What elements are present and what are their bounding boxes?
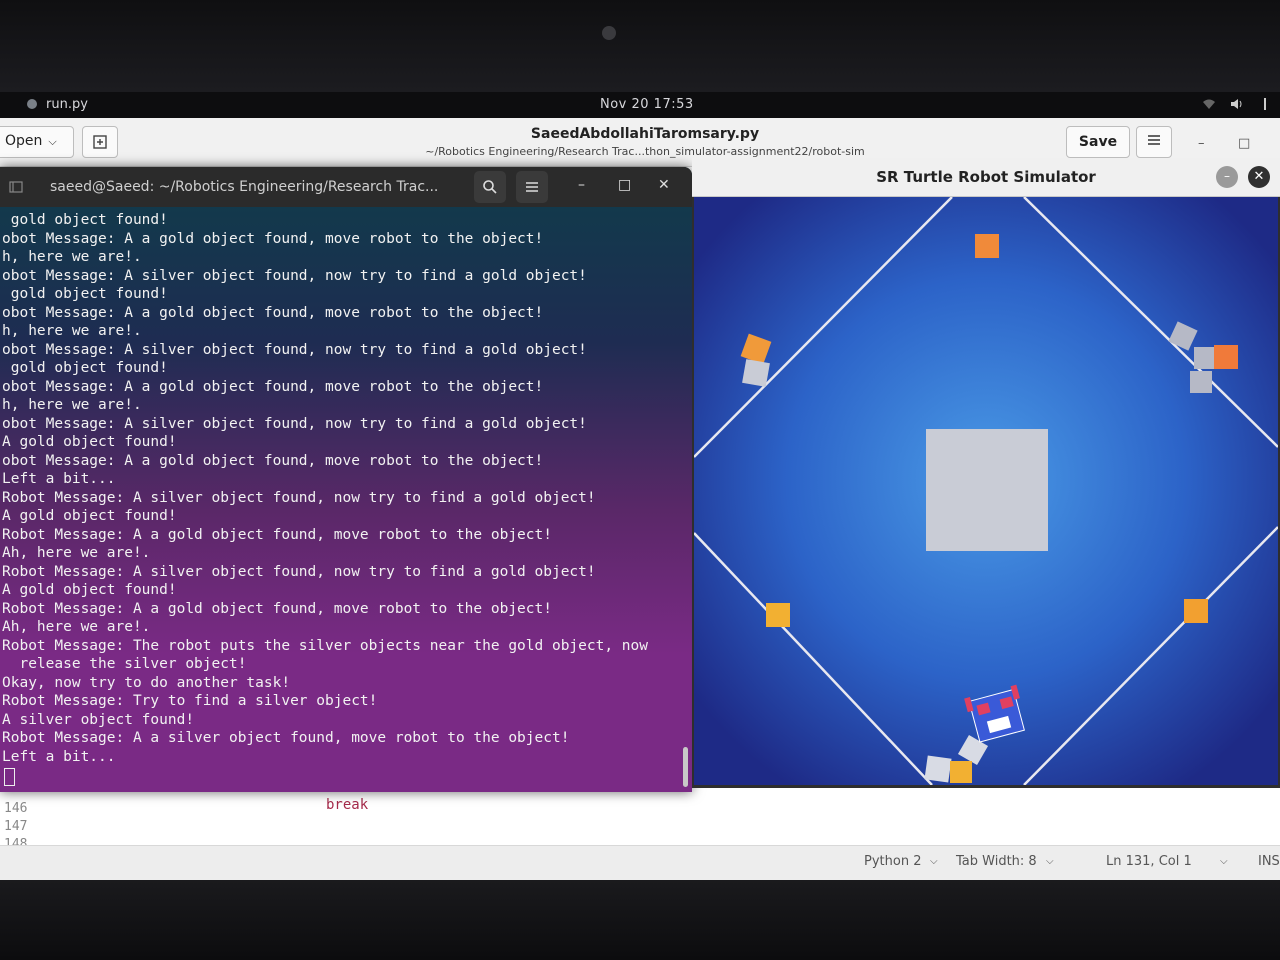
terminal-line: gold object found! [2, 286, 168, 302]
minimize-icon[interactable]: – [1216, 166, 1238, 188]
terminal-headerbar: saeed@Saeed: ~/Robotics Engineering/Rese… [0, 167, 692, 207]
laptop-bezel-bottom [0, 880, 1280, 960]
terminal-line: obot Message: A silver object found, now… [2, 415, 587, 432]
chevron-down-icon: ⌵ [1046, 856, 1054, 867]
terminal-line: Robot Message: A a silver object found, … [2, 730, 570, 746]
terminal-menu-button[interactable] [516, 171, 548, 203]
save-button[interactable]: Save [1066, 126, 1130, 158]
line-number: 147 [4, 819, 28, 834]
simulator-window[interactable]: SR Turtle Robot Simulator – ✕ [692, 158, 1280, 788]
minimize-icon[interactable]: – [578, 177, 585, 193]
silver-token [742, 359, 770, 387]
terminal-line: release the silver object! [2, 656, 247, 672]
new-tab-icon[interactable] [8, 179, 24, 195]
terminal-line: A silver object found! [2, 711, 195, 728]
terminal-line: gold object found! [2, 360, 168, 376]
terminal-line: Ah, here we are!. [2, 545, 151, 561]
close-icon[interactable]: ✕ [658, 177, 670, 193]
tab-width-selector[interactable]: Tab Width: 8 [956, 854, 1037, 869]
terminal-line: obot Message: A a gold object found, mov… [2, 230, 544, 247]
date-time[interactable]: Nov 20 17:53 [600, 97, 694, 112]
gold-token [950, 761, 972, 783]
terminal-line: Okay, now try to do another task! [2, 674, 291, 691]
terminal-output[interactable]: gold object found! obot Message: A a gold… [0, 211, 682, 791]
menu-icon [526, 182, 538, 192]
hamburger-menu-button[interactable] [1136, 126, 1172, 158]
robot-arena [694, 197, 1278, 785]
language-selector[interactable]: Python 2 [864, 854, 921, 869]
terminal-line: obot Message: A silver object found, now… [2, 341, 587, 358]
line-number: 146 [4, 801, 28, 816]
insert-mode: INS [1258, 854, 1280, 869]
new-document-icon [93, 135, 107, 149]
python-icon [27, 99, 37, 109]
terminal-title: saeed@Saeed: ~/Robotics Engineering/Rese… [50, 179, 439, 195]
gold-token [766, 603, 790, 627]
webcam [602, 26, 616, 40]
gold-token [1184, 599, 1208, 623]
terminal-line: obot Message: A a gold object found, mov… [2, 452, 544, 469]
screen: run.py Nov 20 17:53 Open ⌵ SaeedAbdollahi… [0, 92, 1280, 880]
terminal-cursor [4, 768, 15, 786]
cursor-position[interactable]: Ln 131, Col 1 [1106, 854, 1192, 869]
terminal-line: obot Message: A a gold object found, mov… [2, 378, 544, 395]
close-icon[interactable]: ✕ [1248, 166, 1270, 188]
volume-icon[interactable] [1230, 97, 1244, 111]
silver-token [924, 755, 952, 783]
terminal-line: h, here we are!. [2, 323, 142, 339]
terminal-line: obot Message: A a gold object found, mov… [2, 304, 544, 321]
terminal-line: Left a bit... [2, 471, 116, 487]
terminal-line: Robot Message: A a gold object found, mo… [2, 526, 552, 543]
terminal-scrollbar[interactable] [683, 747, 688, 787]
terminal-line: Robot Message: A silver object found, no… [2, 563, 596, 580]
system-tray[interactable] [1202, 97, 1272, 111]
terminal-line: obot Message: A silver object found, now… [2, 267, 587, 284]
editor-status-bar: Python 2 ⌵ Tab Width: 8 ⌵ Ln 131, Col 1 … [0, 845, 1280, 880]
open-button-label: Open [5, 133, 43, 149]
document-path: ~/Robotics Engineering/Research Trac...t… [425, 145, 865, 158]
power-icon[interactable] [1258, 97, 1272, 111]
gold-token [1214, 345, 1238, 369]
silver-token [1194, 347, 1216, 369]
chevron-down-icon: ⌵ [930, 856, 938, 867]
chevron-down-icon: ⌵ [48, 135, 57, 148]
terminal-line: Left a bit... [2, 748, 116, 765]
center-silver-area [926, 429, 1048, 551]
laptop-bezel-top [0, 0, 1280, 92]
simulator-title: SR Turtle Robot Simulator [876, 168, 1096, 186]
chevron-down-icon: ⌵ [1220, 856, 1228, 867]
code-line[interactable]: break [326, 797, 368, 813]
silver-token [1190, 371, 1212, 393]
open-button[interactable]: Open ⌵ [0, 126, 74, 158]
simulator-titlebar: SR Turtle Robot Simulator – ✕ [692, 158, 1280, 197]
active-app-label[interactable]: run.py [46, 97, 88, 112]
gold-token [975, 234, 999, 258]
terminal-line: Robot Message: Try to find a silver obje… [2, 693, 378, 709]
terminal-line: Robot Message: The robot puts the silver… [2, 637, 649, 654]
new-tab-button[interactable] [82, 126, 118, 158]
network-icon[interactable] [1202, 97, 1216, 111]
terminal-line: gold object found! [2, 212, 168, 228]
menu-icon [1148, 135, 1160, 145]
terminal-line: A gold object found! [2, 434, 177, 450]
minimize-icon[interactable]: – [1198, 136, 1205, 151]
maximize-icon[interactable]: □ [618, 177, 631, 193]
document-title: SaeedAbdollahiTaromsary.py [530, 126, 760, 142]
terminal-line: A gold object found! [2, 508, 177, 524]
search-icon [483, 180, 497, 194]
search-button[interactable] [474, 171, 506, 203]
terminal-line: Robot Message: A silver object found, no… [2, 489, 596, 506]
terminal-line: Ah, here we are!. [2, 619, 151, 635]
system-top-bar: run.py Nov 20 17:53 [0, 92, 1280, 118]
terminal-line: Robot Message: A a gold object found, mo… [2, 600, 552, 617]
maximize-icon[interactable]: □ [1238, 136, 1250, 151]
terminal-line: h, here we are!. [2, 397, 142, 413]
terminal-window[interactable]: saeed@Saeed: ~/Robotics Engineering/Rese… [0, 167, 692, 792]
terminal-line: A gold object found! [2, 582, 177, 598]
terminal-line: h, here we are!. [2, 249, 142, 265]
